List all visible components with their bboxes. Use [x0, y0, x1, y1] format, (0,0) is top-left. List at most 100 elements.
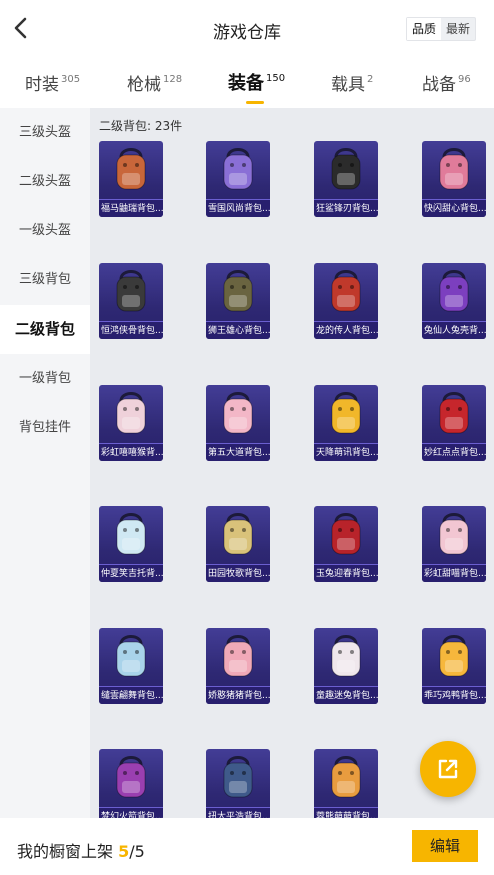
backpack-icon [331, 635, 361, 677]
item-card[interactable]: 乖巧鸡鸭背包... [422, 628, 486, 704]
item-name: 玉兔迎春背包... [314, 564, 378, 582]
item-card[interactable]: 兔仙人兔壳背... [422, 263, 486, 339]
tab-supplies[interactable]: 战备 96 [422, 70, 471, 95]
item-card[interactable]: 彩虹嘻嘻猴背... [99, 385, 163, 461]
item-card[interactable]: 天降萌讯背包... [314, 385, 378, 461]
item-name: 天降萌讯背包... [314, 443, 378, 461]
backpack-icon [331, 513, 361, 555]
item-card[interactable]: 玉兔迎春背包... [314, 506, 378, 582]
subcategory-sidebar: 三级头盔 二级头盔 一级头盔 三级背包 二级背包 一级背包 背包挂件 [0, 108, 90, 818]
tab-label: 时装 [25, 75, 59, 95]
tab-fashion[interactable]: 时装 305 [25, 70, 80, 95]
item-name: 娇憨猪猪背包... [206, 686, 270, 704]
backpack-icon [439, 635, 469, 677]
shelf-label: 我的橱窗上架 [17, 842, 114, 861]
item-card[interactable]: 雪国风尚背包... [206, 141, 270, 217]
item-card[interactable]: 扭大平浩背包... [206, 749, 270, 818]
tab-count: 150 [266, 73, 286, 84]
edit-button[interactable]: 编辑 [412, 830, 478, 862]
item-card[interactable]: 蓉熊萌萌背包... [314, 749, 378, 818]
item-name: 兔仙人兔壳背... [422, 321, 486, 339]
item-card[interactable]: 仲夏笑吉托背... [99, 506, 163, 582]
item-name: 狂鲨锋刃背包... [314, 199, 378, 217]
tab-count: 96 [458, 74, 471, 85]
sort-quality-option[interactable]: 品质 [406, 18, 441, 40]
backpack-icon [439, 392, 469, 434]
backpack-icon [331, 270, 361, 312]
item-name: 缱雲翩舞背包... [99, 686, 163, 704]
backpack-icon [223, 270, 253, 312]
backpack-icon [331, 756, 361, 798]
item-name: 梦幻火箭背包... [99, 807, 163, 818]
item-card[interactable]: 恒鸿侠骨背包... [99, 263, 163, 339]
backpack-icon [223, 513, 253, 555]
active-tab-indicator [246, 101, 264, 104]
item-name: 龙的传人背包... [314, 321, 378, 339]
item-name: 雪国风尚背包... [206, 199, 270, 217]
backpack-icon [439, 270, 469, 312]
sidebar-item-level3-helmet[interactable]: 三级头盔 [0, 108, 90, 157]
section-title: 二级背包: 23件 [99, 119, 183, 133]
sort-toggle: 品质 最新 [405, 17, 476, 41]
item-card[interactable]: 彩虹甜喵背包... [422, 506, 486, 582]
backpack-icon [439, 513, 469, 555]
item-name: 蓉熊萌萌背包... [314, 807, 378, 818]
shelf-status: 我的橱窗上架 5/5 [17, 838, 145, 862]
item-name: 狮王雄心背包... [206, 321, 270, 339]
tab-label: 枪械 [127, 75, 161, 95]
item-name: 快闪甜心背包... [422, 199, 486, 217]
item-name: 第五大道背包... [206, 443, 270, 461]
backpack-icon [223, 756, 253, 798]
item-card[interactable]: 童趣迷兔背包... [314, 628, 378, 704]
item-name: 仲夏笑吉托背... [99, 564, 163, 582]
tab-equipment[interactable]: 装备 150 [228, 69, 286, 104]
shelf-used-count: 5 [118, 842, 130, 861]
sidebar-item-backpack-pendant[interactable]: 背包挂件 [0, 403, 90, 452]
backpack-icon [116, 756, 146, 798]
item-card[interactable]: 快闪甜心背包... [422, 141, 486, 217]
item-name: 扭大平浩背包... [206, 807, 270, 818]
tab-count: 305 [61, 74, 81, 85]
item-name: 彩虹嘻嘻猴背... [99, 443, 163, 461]
item-card[interactable]: 妙红点点背包... [422, 385, 486, 461]
bottom-bar: 我的橱窗上架 5/5 编辑 [0, 818, 494, 875]
backpack-icon [116, 148, 146, 190]
backpack-icon [331, 148, 361, 190]
item-card[interactable]: 福马鼬瑞背包... [99, 141, 163, 217]
backpack-icon [439, 148, 469, 190]
sidebar-item-level3-backpack[interactable]: 三级背包 [0, 255, 90, 304]
sidebar-item-level2-helmet[interactable]: 二级头盔 [0, 157, 90, 206]
item-card[interactable]: 娇憨猪猪背包... [206, 628, 270, 704]
sidebar-item-level2-backpack[interactable]: 二级背包 [0, 305, 90, 354]
backpack-icon [116, 513, 146, 555]
item-card[interactable]: 缱雲翩舞背包... [99, 628, 163, 704]
tab-label: 战备 [422, 75, 456, 95]
tab-count: 128 [163, 74, 183, 85]
item-name: 妙红点点背包... [422, 443, 486, 461]
tab-count: 2 [367, 74, 374, 85]
item-name: 福马鼬瑞背包... [99, 199, 163, 217]
item-name: 恒鸿侠骨背包... [99, 321, 163, 339]
shelf-total-count: /5 [129, 842, 145, 861]
item-card[interactable]: 田园牧歌背包... [206, 506, 270, 582]
sidebar-item-level1-backpack[interactable]: 一级背包 [0, 354, 90, 403]
backpack-icon [116, 270, 146, 312]
item-name: 彩虹甜喵背包... [422, 564, 486, 582]
item-card[interactable]: 第五大道背包... [206, 385, 270, 461]
backpack-icon [223, 148, 253, 190]
item-name: 童趣迷兔背包... [314, 686, 378, 704]
backpack-icon [116, 392, 146, 434]
tab-label: 装备 [228, 73, 264, 94]
external-link-icon [438, 759, 458, 779]
sort-newest-option[interactable]: 最新 [441, 18, 475, 40]
share-button[interactable] [420, 741, 476, 797]
item-card[interactable]: 龙的传人背包... [314, 263, 378, 339]
backpack-icon [331, 392, 361, 434]
tab-firearms[interactable]: 枪械 128 [127, 70, 182, 95]
sidebar-item-level1-helmet[interactable]: 一级头盔 [0, 206, 90, 255]
tab-vehicles[interactable]: 载具 2 [331, 70, 373, 95]
category-tabs: 时装 305 枪械 128 装备 150 载具 2 战备 96 [0, 58, 494, 108]
item-card[interactable]: 梦幻火箭背包... [99, 749, 163, 818]
item-card[interactable]: 狂鲨锋刃背包... [314, 141, 378, 217]
item-card[interactable]: 狮王雄心背包... [206, 263, 270, 339]
